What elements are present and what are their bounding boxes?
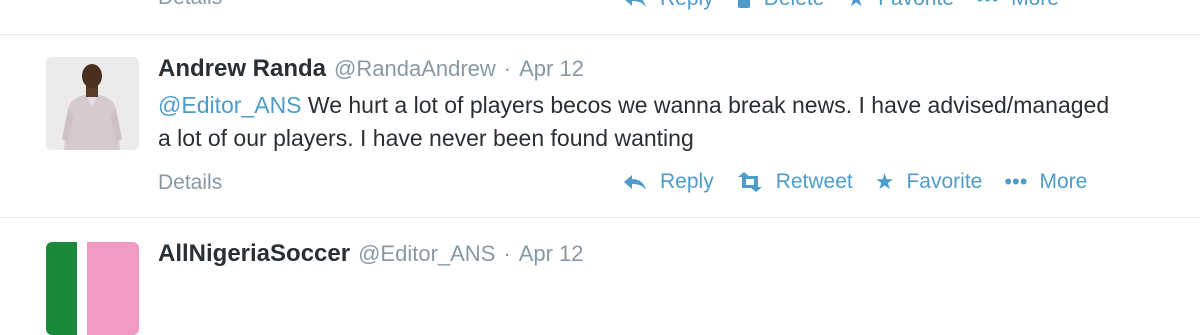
- tweet-text: @Editor_ANS We hurt a lot of players bec…: [158, 89, 1118, 155]
- details-link[interactable]: Details: [158, 0, 222, 10]
- reply-button[interactable]: Reply: [622, 170, 714, 194]
- trash-icon: [736, 0, 752, 9]
- tweet-header: AllNigeriaSoccer @Editor_ANS · Apr 12: [158, 240, 584, 268]
- star-icon: ★: [846, 0, 866, 12]
- mention-link[interactable]: @Editor_ANS: [158, 92, 302, 118]
- tweet-header: Andrew Randa @RandaAndrew · Apr 12: [158, 55, 584, 83]
- more-dots-icon: •••: [976, 0, 999, 12]
- avatar[interactable]: [46, 242, 139, 335]
- reply-button[interactable]: Reply: [622, 0, 714, 11]
- more-dots-icon: •••: [1004, 169, 1028, 194]
- reply-icon: [622, 173, 648, 191]
- tweet-timestamp[interactable]: Apr 12: [519, 56, 584, 82]
- favorite-button[interactable]: ★ Favorite: [875, 169, 983, 195]
- details-link[interactable]: Details: [158, 171, 222, 195]
- separator-dot: ·: [503, 56, 512, 81]
- favorite-button[interactable]: ★ Favorite: [846, 0, 954, 12]
- tweet[interactable]: Andrew Randa @RandaAndrew · Apr 12 @Edit…: [0, 35, 1200, 217]
- next-tweet[interactable]: AllNigeriaSoccer @Editor_ANS · Apr 12: [0, 218, 1200, 335]
- author-name[interactable]: Andrew Randa: [158, 55, 326, 83]
- previous-tweet-footer: Details Reply Delete ★ Favorite ••• More: [0, 0, 1200, 16]
- delete-button[interactable]: Delete: [736, 0, 824, 11]
- avatar[interactable]: [46, 57, 139, 150]
- tweet-body: We hurt a lot of players becos we wanna …: [158, 92, 1110, 151]
- more-button[interactable]: ••• More: [1004, 169, 1087, 195]
- tweet-actions: Reply Delete ★ Favorite ••• More: [622, 0, 1059, 12]
- retweet-button[interactable]: Retweet: [736, 170, 853, 194]
- tweet-timestamp[interactable]: Apr 12: [519, 241, 584, 267]
- separator-dot: ·: [503, 241, 511, 266]
- retweet-icon: [736, 172, 764, 192]
- reply-icon: [622, 0, 648, 8]
- tweet-actions: Reply Retweet ★ Favorite ••• More: [622, 169, 1087, 195]
- more-button[interactable]: ••• More: [976, 0, 1059, 12]
- star-icon: ★: [874, 169, 895, 194]
- author-name[interactable]: AllNigeriaSoccer: [158, 240, 350, 268]
- author-handle[interactable]: @RandaAndrew: [334, 56, 496, 82]
- author-handle[interactable]: @Editor_ANS: [358, 241, 495, 267]
